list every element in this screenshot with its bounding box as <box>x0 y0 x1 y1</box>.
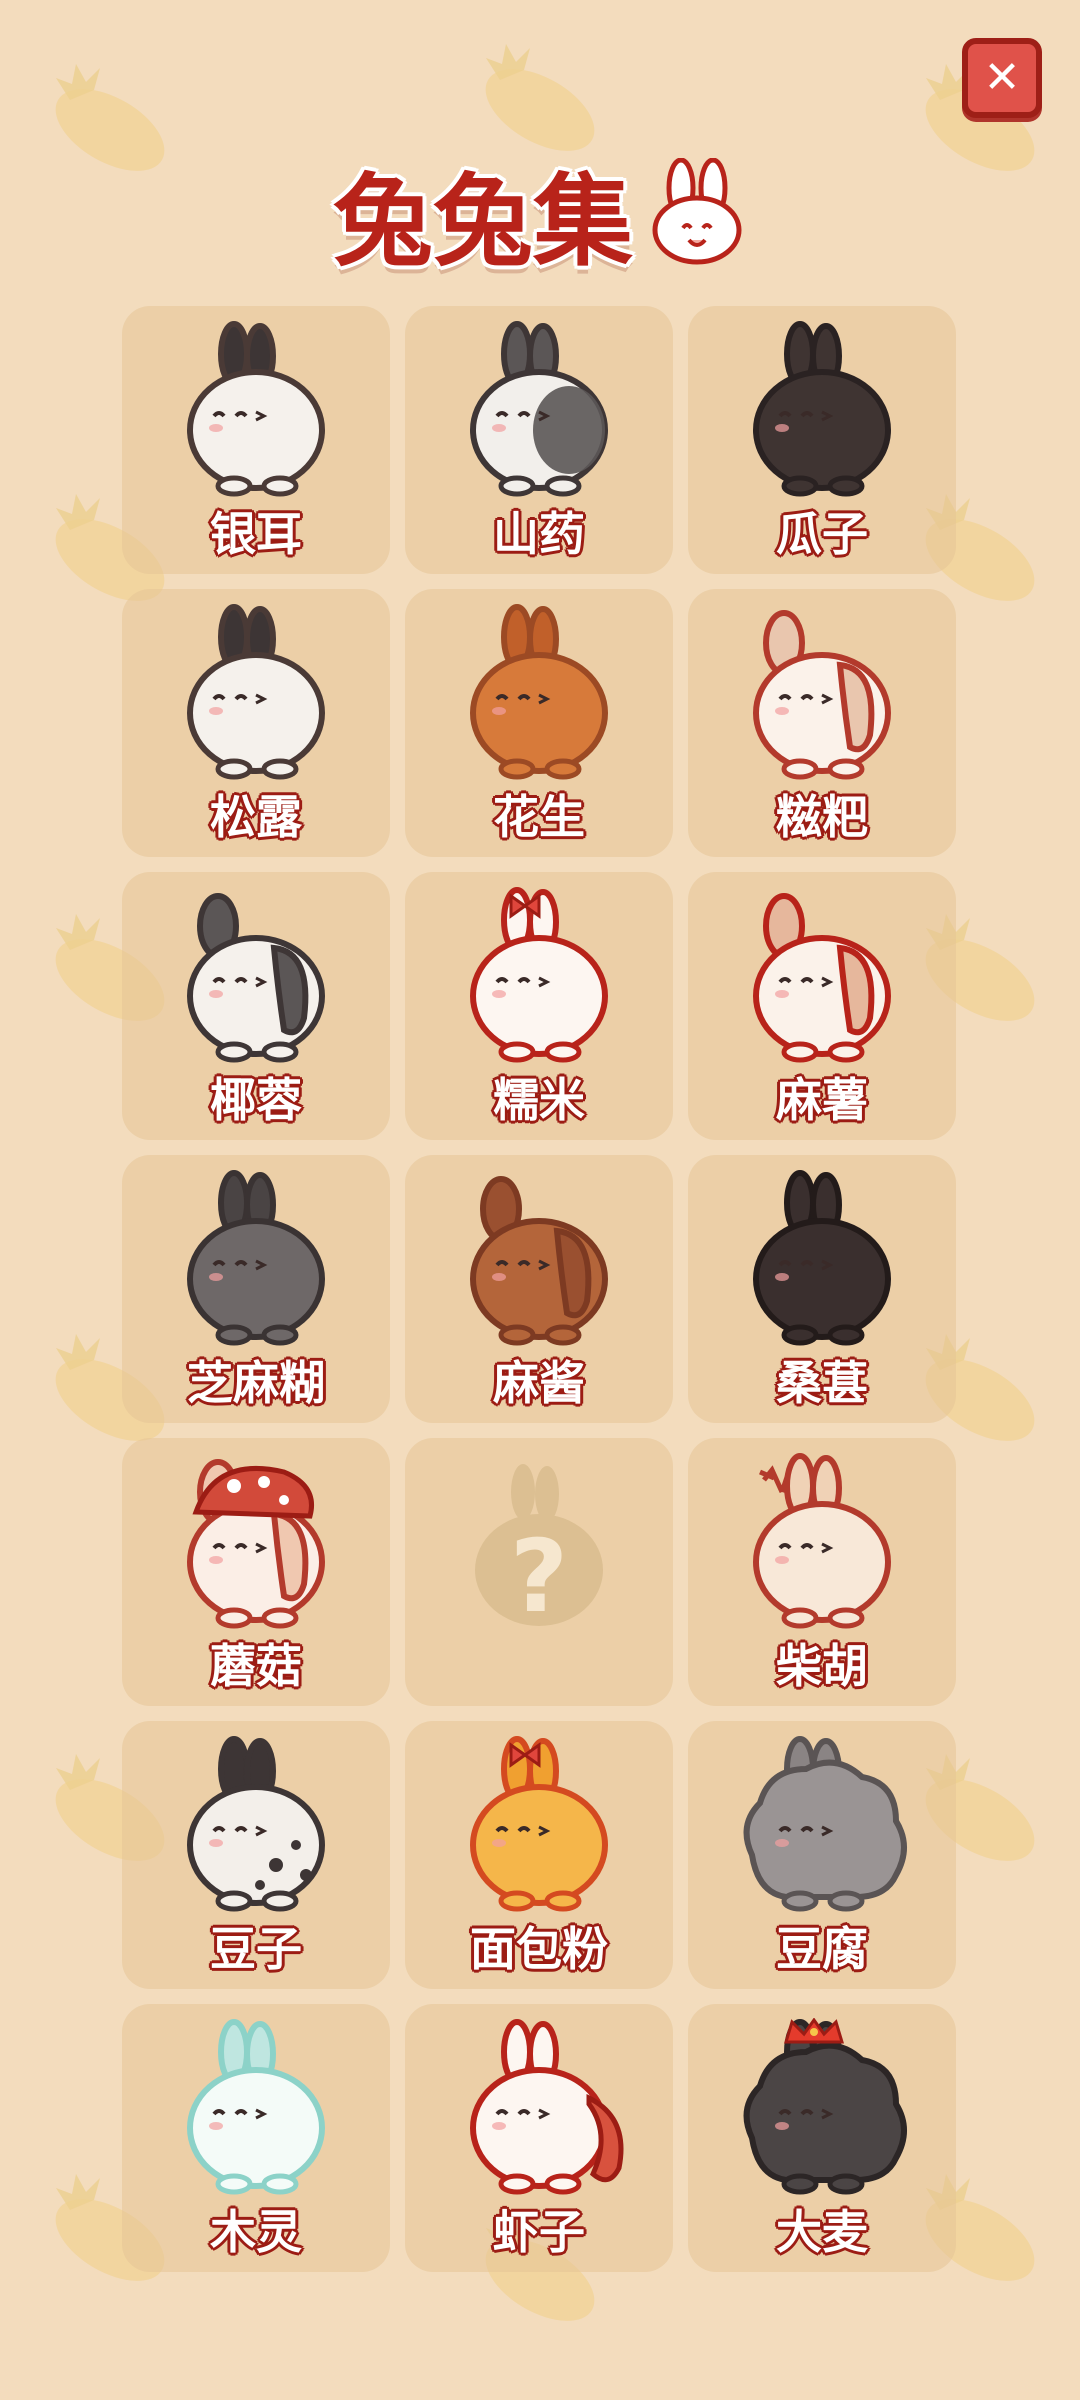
rabbit-card[interactable]: 麻薯 <box>688 872 956 1140</box>
rabbit-icon <box>187 1736 325 1912</box>
rabbit-card[interactable]: 芝麻糊 <box>122 1155 390 1423</box>
rabbit-name: 大麦 <box>776 2205 868 2259</box>
rabbit-card[interactable]: 面包粉 <box>405 1721 673 1989</box>
rabbit-name: 椰蓉 <box>210 1073 302 1127</box>
rabbit-card[interactable]: 山药 <box>405 306 673 574</box>
close-button[interactable]: ✕ <box>962 38 1042 118</box>
rabbit-card[interactable]: 蘑菇 <box>122 1438 390 1706</box>
rabbit-icon <box>753 610 891 780</box>
rabbit-card[interactable]: 瓜子 <box>688 306 956 574</box>
rabbit-card[interactable]: 麻酱 <box>405 1155 673 1423</box>
rabbit-icon <box>470 887 608 1063</box>
title-text: 兔兔集 <box>333 163 633 280</box>
rabbit-icon <box>753 321 891 497</box>
rabbit-name: 麻薯 <box>776 1073 868 1127</box>
rabbit-card[interactable]: 银耳 <box>122 306 390 574</box>
rabbit-icon <box>187 1459 325 1629</box>
rabbit-card[interactable]: 糯米 <box>405 872 673 1140</box>
rabbit-card[interactable]: 豆腐 <box>688 1721 956 1989</box>
rabbit-collection-grid: 银耳 山药 瓜子松露 花生 糍粑椰蓉 糯米 麻薯芝麻糊 麻酱 桑葚蘑菇? 柴胡豆子 面包粉 豆腐木灵 虾… <box>122 306 956 2272</box>
rabbit-icon <box>743 2018 907 2195</box>
rabbit-name: 芝麻糊 <box>187 1356 325 1410</box>
rabbit-icon <box>753 1170 891 1346</box>
rabbit-name: 糯米 <box>493 1073 585 1127</box>
rabbit-card[interactable]: 桑葚 <box>688 1155 956 1423</box>
rabbit-icon <box>470 604 608 780</box>
rabbit-card[interactable]: 木灵 <box>122 2004 390 2272</box>
rabbit-card[interactable]: 豆子 <box>122 1721 390 1989</box>
rabbit-name: 松露 <box>210 790 302 844</box>
rabbit-name: 豆腐 <box>776 1922 868 1976</box>
rabbit-icon <box>187 2019 325 2195</box>
rabbit-icon <box>187 321 325 497</box>
rabbit-icon <box>470 321 608 497</box>
rabbit-card-locked[interactable]: ? <box>405 1438 673 1706</box>
rabbit-icon <box>187 893 325 1063</box>
rabbit-card[interactable]: 松露 <box>122 589 390 857</box>
rabbit-icon <box>470 1736 608 1912</box>
rabbit-name: 银耳 <box>210 507 302 561</box>
rabbit-name: 瓜子 <box>776 507 868 561</box>
rabbit-name: 豆子 <box>210 1922 302 1976</box>
rabbit-name: 柴胡 <box>776 1639 868 1693</box>
rabbit-card[interactable]: 柴胡 <box>688 1438 956 1706</box>
rabbit-icon <box>470 1176 608 1346</box>
bunny-face-icon <box>652 157 742 264</box>
rabbit-icon <box>743 1736 907 1912</box>
rabbit-name: 花生 <box>493 790 585 844</box>
rabbit-icon <box>187 604 325 780</box>
rabbit-name: 麻酱 <box>493 1356 585 1410</box>
rabbit-name: 糍粑 <box>776 790 868 844</box>
rabbit-icon <box>753 1453 891 1629</box>
rabbit-icon <box>753 893 891 1063</box>
rabbit-name: 木灵 <box>210 2205 302 2259</box>
rabbit-name: 虾子 <box>493 2205 585 2259</box>
question-mark-icon: ? <box>509 1518 568 1635</box>
rabbit-card[interactable]: 花生 <box>405 589 673 857</box>
page-title: 兔兔集 <box>0 140 1080 285</box>
rabbit-name: 面包粉 <box>470 1922 608 1976</box>
close-icon: ✕ <box>983 52 1021 103</box>
rabbit-card[interactable]: 虾子 <box>405 2004 673 2272</box>
rabbit-name: 桑葚 <box>776 1356 868 1410</box>
rabbit-card[interactable]: 大麦 <box>688 2004 956 2272</box>
rabbit-name: 山药 <box>493 507 585 561</box>
rabbit-card[interactable]: 糍粑 <box>688 589 956 857</box>
rabbit-name: 蘑菇 <box>210 1639 302 1693</box>
rabbit-icon <box>187 1170 325 1346</box>
rabbit-icon <box>470 2019 624 2195</box>
rabbit-card[interactable]: 椰蓉 <box>122 872 390 1140</box>
